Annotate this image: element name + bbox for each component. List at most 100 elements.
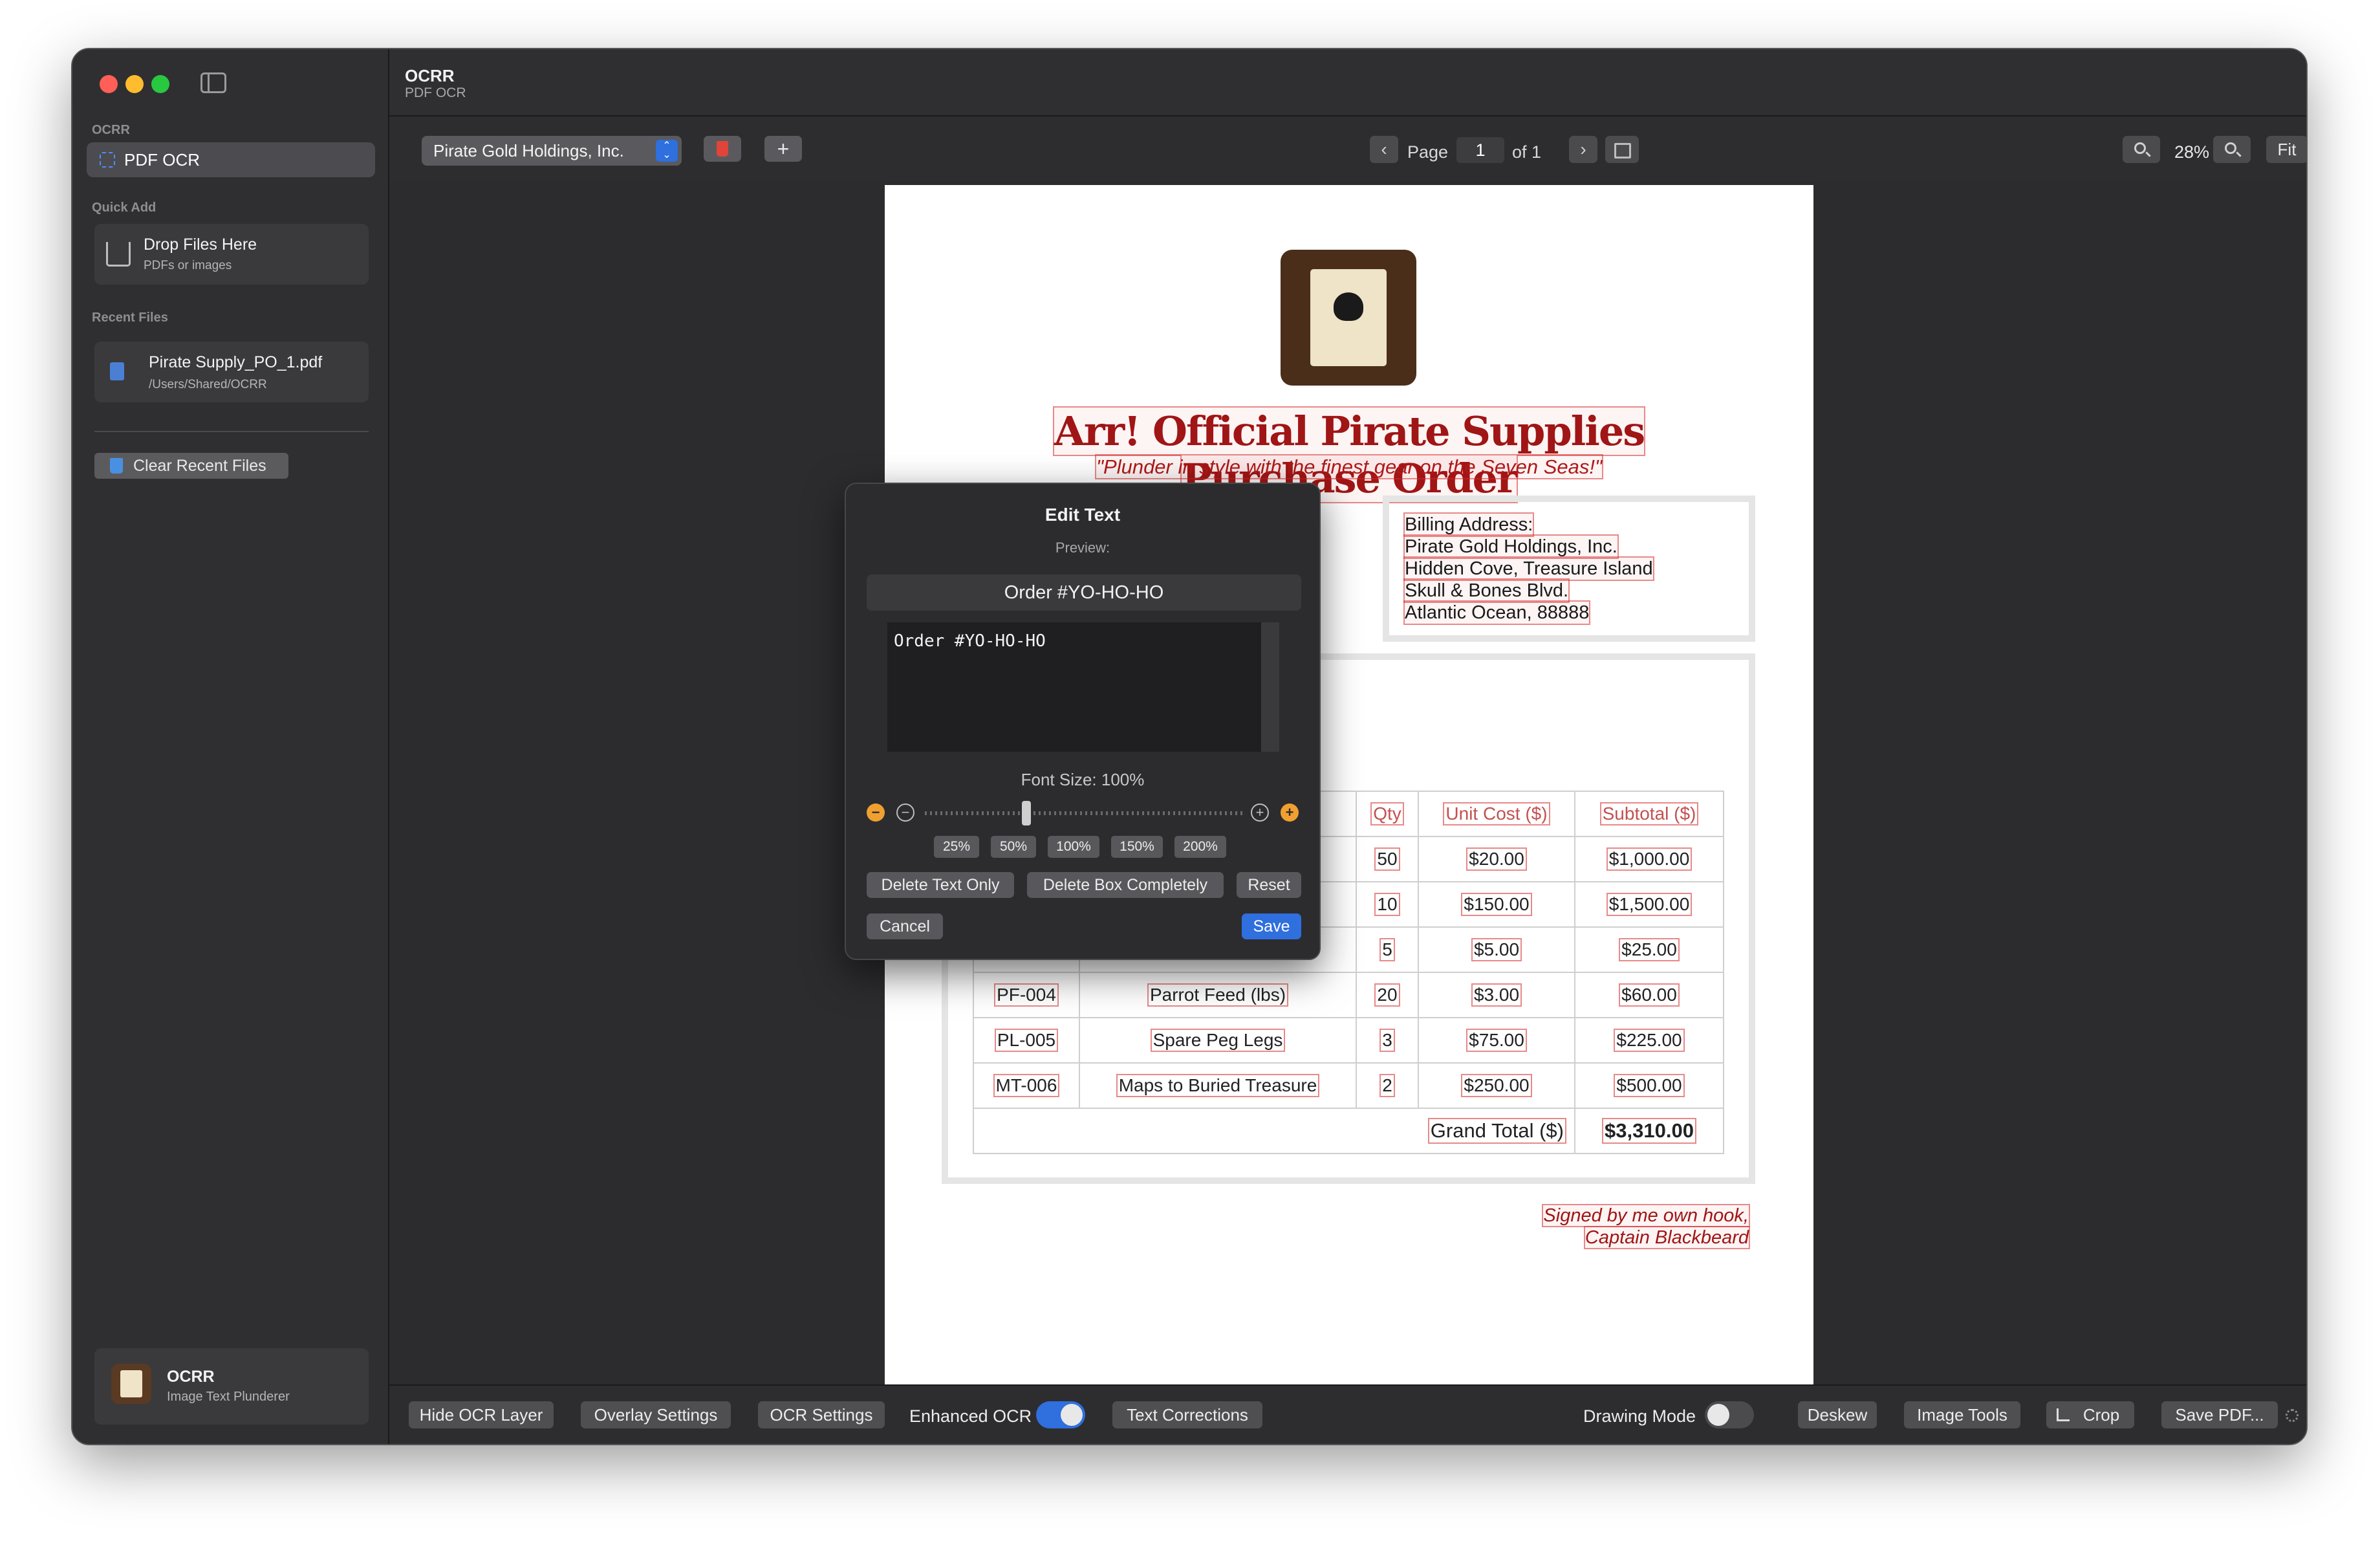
delete-text-only-button[interactable]: Delete Text Only: [867, 872, 1014, 898]
zoom-out-button[interactable]: [2123, 136, 2160, 163]
sidebar-toggle-icon[interactable]: [200, 72, 226, 93]
toolbar: Pirate Gold Holdings, Inc. ⌃ ⌄ + ‹ Page 1…: [389, 116, 2306, 181]
table-cell[interactable]: $150.00: [1461, 893, 1532, 916]
scan-icon: [100, 152, 115, 168]
preset-50-button[interactable]: 50%: [991, 836, 1036, 858]
crop-button[interactable]: Crop: [2046, 1401, 2134, 1428]
preview-box: Order #YO-HO-HO: [867, 574, 1301, 611]
fit-button[interactable]: Fit: [2266, 136, 2306, 163]
reset-button[interactable]: Reset: [1237, 872, 1301, 898]
table-cell[interactable]: $225.00: [1614, 1029, 1685, 1052]
table-cell[interactable]: 3: [1379, 1029, 1395, 1052]
preset-25-button[interactable]: 25%: [934, 836, 979, 858]
table-cell[interactable]: Spare Peg Legs: [1150, 1029, 1286, 1052]
table-cell[interactable]: PL-005: [994, 1029, 1059, 1052]
billing-line[interactable]: Hidden Cove, Treasure Island: [1403, 556, 1654, 581]
decrease-large-button[interactable]: −: [867, 803, 885, 822]
table-cell[interactable]: $1,500.00: [1606, 893, 1693, 916]
overlay-settings-button[interactable]: Overlay Settings: [581, 1401, 731, 1428]
increase-large-button[interactable]: +: [1281, 803, 1299, 822]
save-button[interactable]: Save: [1242, 913, 1301, 939]
zoom-level: 28%: [2174, 142, 2210, 162]
deskew-button[interactable]: Deskew: [1798, 1401, 1877, 1428]
text-scrollbar[interactable]: [1261, 622, 1279, 752]
preset-150-button[interactable]: 150%: [1111, 836, 1163, 858]
edit-text-area[interactable]: Order #YO-HO-HO: [887, 622, 1261, 752]
billing-address-box: Billing Address: Pirate Gold Holdings, I…: [1383, 496, 1755, 642]
page-number-input[interactable]: 1: [1456, 137, 1504, 163]
decrease-button[interactable]: −: [896, 803, 914, 822]
table-cell[interactable]: $60.00: [1619, 983, 1680, 1007]
drawing-mode-toggle[interactable]: [1705, 1401, 1754, 1428]
document-tagline[interactable]: "Plunder in style with the finest gear o…: [1093, 454, 1605, 479]
drop-zone[interactable]: Drop Files Here PDFs or images: [94, 224, 369, 285]
save-pdf-button[interactable]: Save PDF...: [2161, 1401, 2278, 1428]
table-cell[interactable]: MT-006: [993, 1074, 1060, 1097]
zoom-in-button[interactable]: [2213, 136, 2251, 163]
chevron-right-icon: ›: [1580, 139, 1586, 159]
gear-icon[interactable]: [2286, 1409, 2299, 1422]
plus-circle-icon: +: [1255, 804, 1264, 820]
add-button[interactable]: +: [764, 136, 802, 162]
table-cell[interactable]: 10: [1374, 893, 1400, 916]
cancel-button[interactable]: Cancel: [867, 913, 943, 939]
table-cell[interactable]: 50: [1374, 847, 1400, 871]
billing-line[interactable]: Skull & Bones Blvd.: [1403, 578, 1570, 603]
signature: Signed by me own hook, Captain Blackbear…: [1542, 1204, 1751, 1249]
app-name: OCRR: [167, 1368, 215, 1386]
table-cell[interactable]: $500.00: [1614, 1074, 1685, 1097]
signature-line[interactable]: Captain Blackbeard: [1583, 1226, 1751, 1249]
delete-button[interactable]: [704, 136, 741, 162]
table-cell[interactable]: $20.00: [1466, 847, 1527, 871]
grand-total-label[interactable]: Grand Total ($): [1427, 1118, 1567, 1144]
prev-page-button[interactable]: ‹: [1370, 136, 1398, 163]
table-cell[interactable]: Parrot Feed (lbs): [1147, 983, 1289, 1007]
table-row: PL-005 Spare Peg Legs 3 $75.00 $225.00: [973, 1017, 1724, 1064]
zoom-window-button[interactable]: [151, 75, 169, 93]
minus-circle-icon: −: [901, 804, 910, 820]
hide-ocr-button[interactable]: Hide OCR Layer: [409, 1401, 554, 1428]
enhanced-ocr-label: Enhanced OCR: [909, 1406, 1032, 1426]
text-corrections-button[interactable]: Text Corrections: [1112, 1401, 1262, 1428]
recent-file-item[interactable]: Pirate Supply_PO_1.pdf /Users/Shared/OCR…: [94, 342, 369, 402]
image-tools-button[interactable]: Image Tools: [1904, 1401, 2020, 1428]
minus-icon: −: [871, 804, 880, 820]
delete-box-button[interactable]: Delete Box Completely: [1027, 872, 1224, 898]
thumbnail-grid-button[interactable]: [1605, 136, 1639, 163]
recent-file-name: Pirate Supply_PO_1.pdf: [149, 353, 323, 371]
table-cell[interactable]: $250.00: [1461, 1074, 1532, 1097]
billing-line[interactable]: Atlantic Ocean, 88888: [1403, 600, 1591, 625]
table-cell[interactable]: $25.00: [1619, 938, 1680, 961]
close-window-button[interactable]: [100, 75, 118, 93]
font-size-slider[interactable]: [925, 811, 1244, 815]
document-icon: [110, 362, 124, 380]
crop-label: Crop: [2082, 1404, 2120, 1425]
chevron-updown-icon: ⌃ ⌄: [656, 140, 678, 162]
clear-recent-button[interactable]: Clear Recent Files: [94, 453, 288, 479]
table-cell[interactable]: $1,000.00: [1606, 847, 1693, 871]
table-cell[interactable]: 20: [1374, 983, 1400, 1007]
billing-line[interactable]: Pirate Gold Holdings, Inc.: [1403, 534, 1619, 559]
table-cell[interactable]: PF-004: [994, 983, 1059, 1007]
preset-100-button[interactable]: 100%: [1048, 836, 1099, 858]
table-cell[interactable]: 5: [1379, 938, 1395, 961]
table-cell[interactable]: $75.00: [1466, 1029, 1527, 1052]
table-cell[interactable]: Maps to Buried Treasure: [1116, 1074, 1320, 1097]
slider-thumb[interactable]: [1022, 801, 1031, 825]
signature-line[interactable]: Signed by me own hook,: [1542, 1204, 1750, 1227]
grand-total-value[interactable]: $3,310.00: [1602, 1118, 1696, 1144]
next-page-button[interactable]: ›: [1569, 136, 1597, 163]
font-size-label: Font Size: 100%: [1021, 770, 1145, 789]
enhanced-ocr-toggle[interactable]: [1036, 1401, 1085, 1428]
table-cell[interactable]: $3.00: [1471, 983, 1522, 1007]
increase-button[interactable]: +: [1251, 803, 1269, 822]
ocr-settings-button[interactable]: OCR Settings: [758, 1401, 885, 1428]
billing-line[interactable]: Billing Address:: [1403, 512, 1535, 537]
sidebar-item-pdf-ocr[interactable]: PDF OCR: [87, 142, 375, 177]
preset-200-button[interactable]: 200%: [1174, 836, 1226, 858]
sidebar: OCRR PDF OCR Quick Add Drop Files Here P…: [72, 49, 389, 1444]
table-cell[interactable]: $5.00: [1471, 938, 1522, 961]
profile-select[interactable]: Pirate Gold Holdings, Inc. ⌃ ⌄: [422, 136, 682, 166]
table-cell[interactable]: 2: [1379, 1074, 1395, 1097]
minimize-window-button[interactable]: [125, 75, 144, 93]
